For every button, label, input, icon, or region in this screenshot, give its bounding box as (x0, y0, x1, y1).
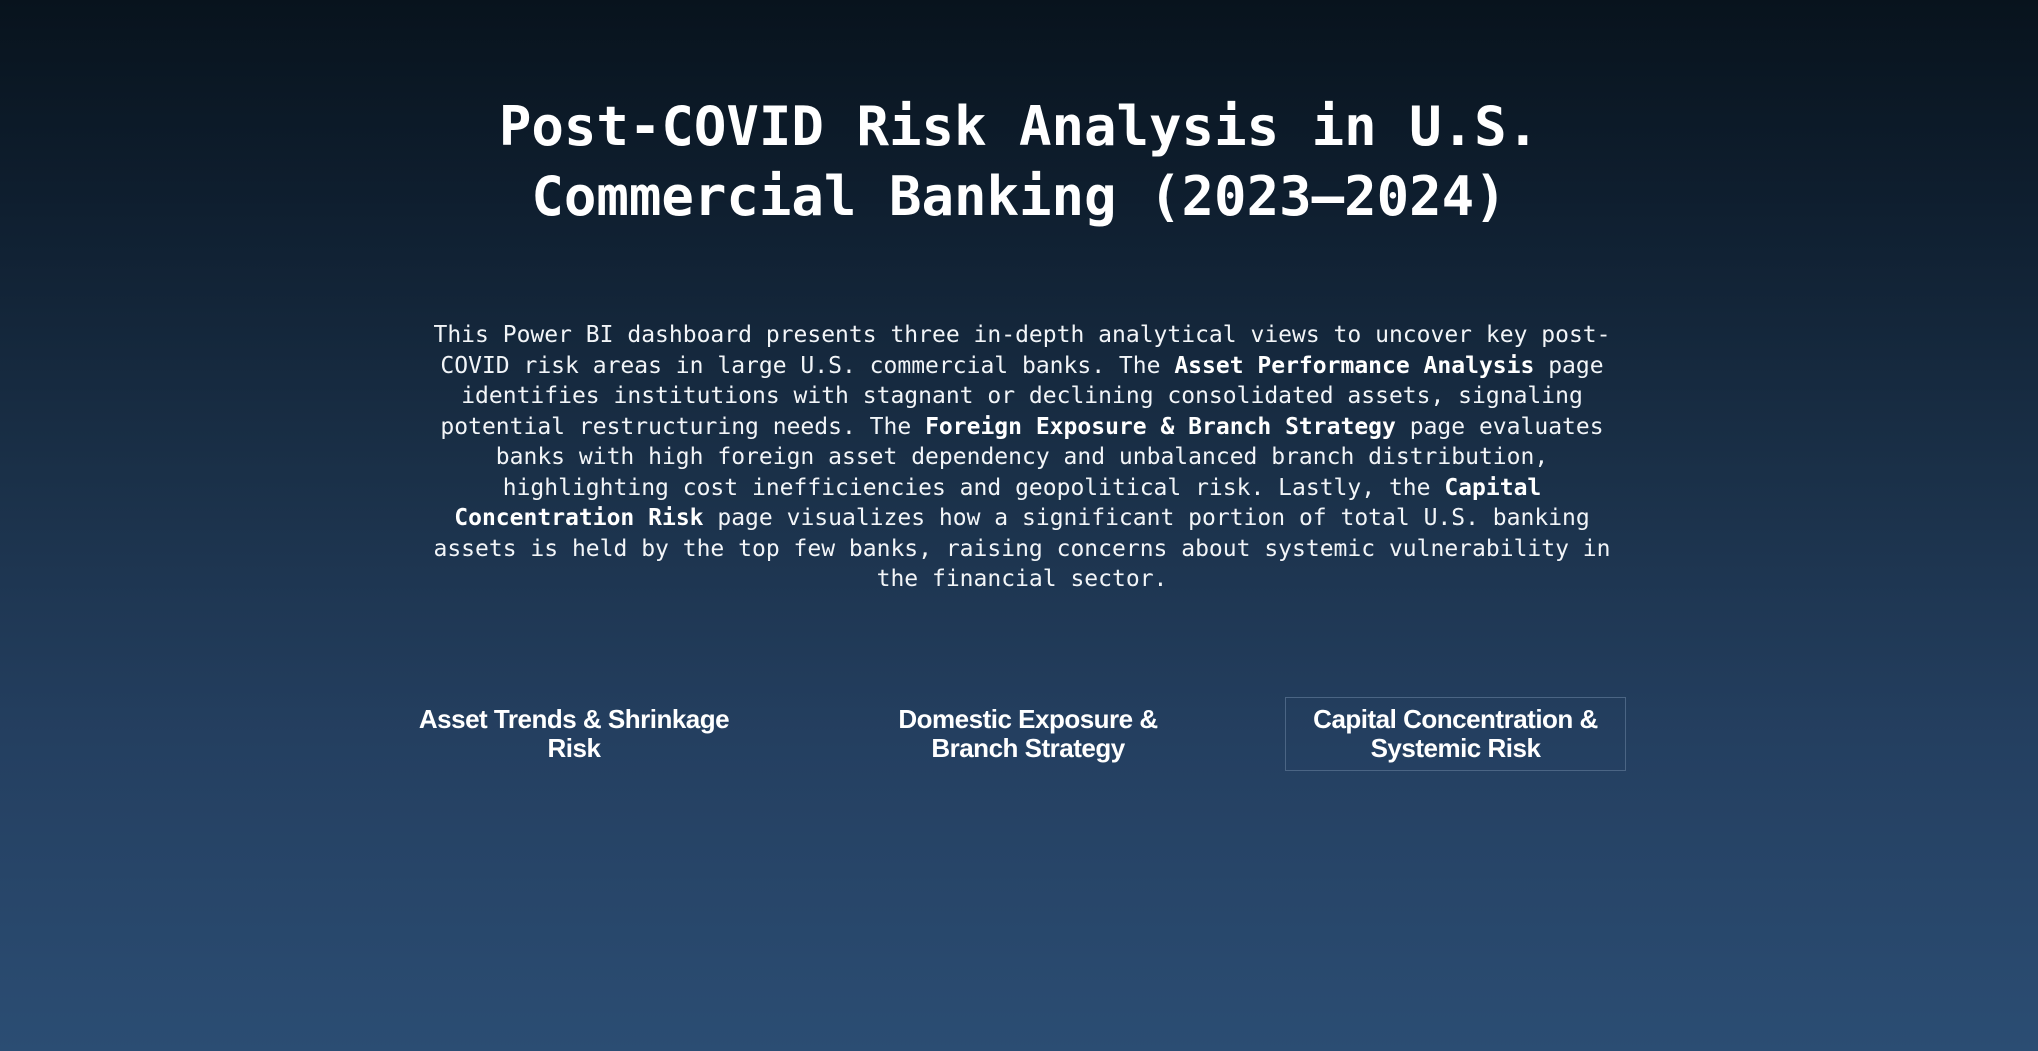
description-highlight-asset-performance: Asset Performance Analysis (1174, 352, 1535, 379)
description-highlight-foreign-exposure: Foreign Exposure & Branch Strategy (925, 413, 1396, 440)
nav-button-label-line1: Capital Concentration & (1313, 704, 1598, 734)
page-title-line1: Post-COVID Risk Analysis in U.S. (498, 95, 1540, 158)
nav-button-label-line2: Branch Strategy (931, 733, 1125, 763)
nav-button-label: Asset Trends & Shrinkage Risk (418, 704, 730, 763)
nav-button-label: Domestic Exposure & Branch Strategy (898, 704, 1158, 763)
nav-button-asset-trends[interactable]: Asset Trends & Shrinkage Risk (400, 697, 748, 771)
page-title: Post-COVID Risk Analysis in U.S. Commerc… (0, 92, 2038, 232)
nav-button-domestic-exposure[interactable]: Domestic Exposure & Branch Strategy (856, 697, 1200, 771)
dashboard-description: This Power BI dashboard presents three i… (424, 320, 1620, 595)
nav-button-label-line2: Risk (547, 733, 601, 763)
nav-button-capital-concentration[interactable]: Capital Concentration & Systemic Risk (1285, 697, 1626, 771)
page-title-line2: Commercial Banking (2023–2024) (531, 165, 1507, 228)
nav-button-label-line1: Asset Trends & Shrinkage (418, 704, 730, 734)
nav-button-label-line1: Domestic Exposure & (898, 704, 1158, 734)
nav-button-label: Capital Concentration & Systemic Risk (1313, 705, 1598, 763)
nav-button-label-line2: Systemic Risk (1370, 733, 1541, 763)
